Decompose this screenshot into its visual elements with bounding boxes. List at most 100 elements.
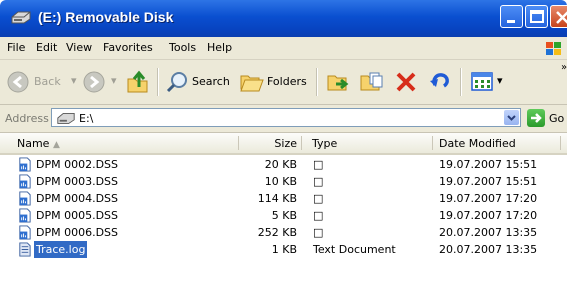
file-type: □	[313, 209, 324, 222]
file-list[interactable]: Name ▲ Size Type Date Modified DPM 0002.…	[0, 133, 567, 284]
column-separator[interactable]	[238, 136, 239, 150]
views-button[interactable]: ▾	[468, 60, 508, 104]
windows-logo-icon	[546, 42, 561, 55]
folders-button[interactable]: Folders	[237, 60, 311, 104]
table-row[interactable]: DPM 0003.DSS 10 KB □ 19.07.2007 15:51	[0, 173, 567, 190]
menu-help[interactable]: Help	[207, 41, 232, 54]
views-icon	[471, 72, 493, 91]
column-separator[interactable]	[432, 136, 433, 150]
maximize-button[interactable]	[525, 5, 548, 28]
toolbar-chevron-icon[interactable]: »	[561, 62, 567, 73]
address-value: E:\	[79, 112, 94, 125]
toolbar-separator	[157, 68, 159, 96]
file-type: Text Document	[313, 243, 396, 256]
undo-icon	[430, 73, 449, 88]
up-folder-button[interactable]	[123, 60, 151, 104]
go-label[interactable]: Go	[549, 112, 564, 125]
address-dropdown-button[interactable]	[504, 110, 519, 125]
menu-edit[interactable]: Edit	[36, 41, 57, 54]
delete-icon	[396, 72, 416, 92]
text-file-icon	[19, 242, 31, 257]
column-separator[interactable]	[301, 136, 302, 150]
copy-to-icon	[360, 72, 383, 91]
copy-to-button[interactable]	[356, 60, 386, 104]
back-arrow-icon	[7, 71, 29, 93]
column-date-modified[interactable]: Date Modified	[439, 137, 516, 150]
file-date-modified: 20.07.2007 13:35	[439, 226, 538, 239]
menu-file[interactable]: File	[7, 41, 25, 54]
sort-ascending-icon: ▲	[52, 140, 60, 150]
file-type: □	[313, 226, 324, 239]
address-input[interactable]: E:\	[51, 108, 521, 127]
close-button[interactable]	[550, 5, 567, 28]
file-name: DPM 0005.DSS	[36, 209, 119, 222]
column-separator[interactable]	[560, 136, 561, 150]
audio-file-icon	[19, 191, 31, 206]
title-bar[interactable]: (E:) Removable Disk	[0, 0, 567, 37]
audio-file-icon	[19, 174, 31, 189]
file-date-modified: 20.07.2007 13:35	[439, 243, 538, 256]
file-date-modified: 19.07.2007 17:20	[439, 192, 538, 205]
file-date-modified: 19.07.2007 15:51	[439, 158, 538, 171]
column-type[interactable]: Type	[312, 137, 337, 150]
menu-view[interactable]: View	[66, 41, 92, 54]
menu-bar: File Edit View Favorites Tools Help	[0, 37, 567, 60]
column-header-row: Name ▲ Size Type Date Modified	[0, 133, 567, 155]
removable-disk-icon	[57, 113, 75, 124]
maximize-icon	[530, 10, 544, 23]
toolbar-separator	[316, 68, 318, 96]
file-size: 1 KB	[271, 243, 297, 256]
table-row[interactable]: Trace.log 1 KB Text Document 20.07.2007 13:…	[0, 241, 567, 258]
file-name: Trace.log	[36, 243, 86, 256]
file-name: DPM 0004.DSS	[36, 192, 119, 205]
back-button[interactable]: Back	[6, 60, 68, 104]
file-type: □	[313, 192, 324, 205]
forward-arrow-icon	[83, 71, 105, 93]
go-button[interactable]	[527, 109, 545, 127]
move-to-button[interactable]	[323, 60, 353, 104]
audio-file-icon	[19, 208, 31, 223]
file-size: 20 KB	[264, 158, 297, 171]
address-bar: Address E:\ Go	[0, 105, 567, 133]
file-type: □	[313, 158, 324, 171]
table-row[interactable]: DPM 0005.DSS 5 KB □ 19.07.2007 17:20	[0, 207, 567, 224]
toolbar: Back ▾ ▾ Search Folders ▾ »	[0, 60, 567, 105]
menu-favorites[interactable]: Favorites	[103, 41, 153, 54]
table-row[interactable]: DPM 0006.DSS 252 KB □ 20.07.2007 13:35	[0, 224, 567, 241]
close-icon	[556, 11, 567, 24]
forward-button[interactable]	[82, 60, 106, 104]
file-type: □	[313, 175, 324, 188]
undo-button[interactable]	[425, 60, 453, 104]
column-name[interactable]: Name ▲	[17, 137, 60, 150]
table-row[interactable]: DPM 0004.DSS 114 KB □ 19.07.2007 17:20	[0, 190, 567, 207]
search-icon	[166, 72, 187, 93]
address-label: Address	[5, 112, 49, 125]
file-date-modified: 19.07.2007 15:51	[439, 175, 538, 188]
up-folder-icon	[127, 70, 148, 93]
forward-dropdown-icon[interactable]: ▾	[111, 74, 117, 87]
search-button[interactable]: Search	[163, 60, 233, 104]
file-size: 252 KB	[257, 226, 297, 239]
file-name: DPM 0003.DSS	[36, 175, 119, 188]
move-to-icon	[327, 75, 349, 91]
minimize-button[interactable]	[500, 5, 523, 28]
file-name: DPM 0006.DSS	[36, 226, 119, 239]
menu-tools[interactable]: Tools	[169, 41, 196, 54]
column-size[interactable]: Size	[274, 137, 297, 150]
back-label: Back	[34, 75, 61, 88]
folders-label: Folders	[267, 75, 307, 88]
table-row[interactable]: DPM 0002.DSS 20 KB □ 19.07.2007 15:51	[0, 156, 567, 173]
file-size: 114 KB	[257, 192, 297, 205]
audio-file-icon	[19, 157, 31, 172]
folders-icon	[240, 75, 264, 92]
file-size: 10 KB	[264, 175, 297, 188]
removable-disk-icon	[11, 11, 31, 24]
chevron-down-icon	[507, 115, 516, 121]
delete-button[interactable]	[392, 60, 420, 104]
views-dropdown-icon: ▾	[497, 74, 503, 87]
file-size: 5 KB	[271, 209, 297, 222]
file-date-modified: 19.07.2007 17:20	[439, 209, 538, 222]
back-dropdown-icon[interactable]: ▾	[71, 74, 77, 87]
window-title: (E:) Removable Disk	[38, 9, 174, 25]
toolbar-separator	[460, 68, 462, 96]
